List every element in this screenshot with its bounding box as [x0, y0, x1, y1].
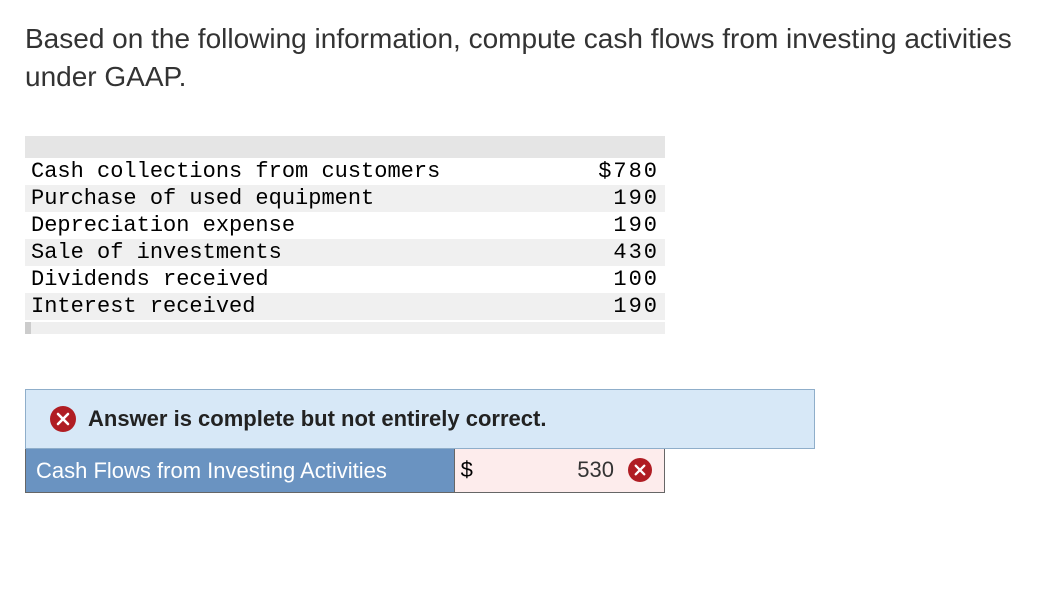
answer-value: 530: [483, 457, 618, 483]
row-label: Purchase of used equipment: [25, 185, 571, 212]
table-row: Sale of investments430: [25, 239, 665, 266]
feedback-text: Answer is complete but not entirely corr…: [88, 406, 546, 432]
table-row: Purchase of used equipment190: [25, 185, 665, 212]
row-label: Dividends received: [25, 266, 571, 293]
answer-block: Answer is complete but not entirely corr…: [25, 389, 815, 494]
table-row: Cash collections from customers$780: [25, 158, 665, 185]
question-text: Based on the following information, comp…: [25, 20, 1015, 96]
currency-symbol: $: [461, 457, 473, 483]
row-value: 100: [571, 266, 665, 293]
incorrect-icon: [628, 458, 652, 482]
row-value: 190: [571, 293, 665, 320]
row-label: Sale of investments: [25, 239, 571, 266]
table-row: Dividends received100: [25, 266, 665, 293]
feedback-banner: Answer is complete but not entirely corr…: [25, 389, 815, 449]
row-label: Interest received: [25, 293, 571, 320]
table-header-shade: [25, 136, 665, 158]
table-row: Depreciation expense190: [25, 212, 665, 239]
answer-value-cell[interactable]: $ 530: [455, 449, 664, 493]
answer-row: Cash Flows from Investing Activities $ 5…: [25, 449, 665, 494]
row-label: Cash collections from customers: [25, 158, 571, 185]
table-row: Interest received190: [25, 293, 665, 320]
table-footer-shade: [25, 322, 665, 334]
row-label: Depreciation expense: [25, 212, 571, 239]
row-value: 190: [571, 185, 665, 212]
row-value: 430: [571, 239, 665, 266]
row-value: $780: [571, 158, 665, 185]
answer-label: Cash Flows from Investing Activities: [26, 449, 455, 493]
error-icon: [50, 406, 76, 432]
row-value: 190: [571, 212, 665, 239]
data-table: Cash collections from customers$780Purch…: [25, 158, 665, 320]
